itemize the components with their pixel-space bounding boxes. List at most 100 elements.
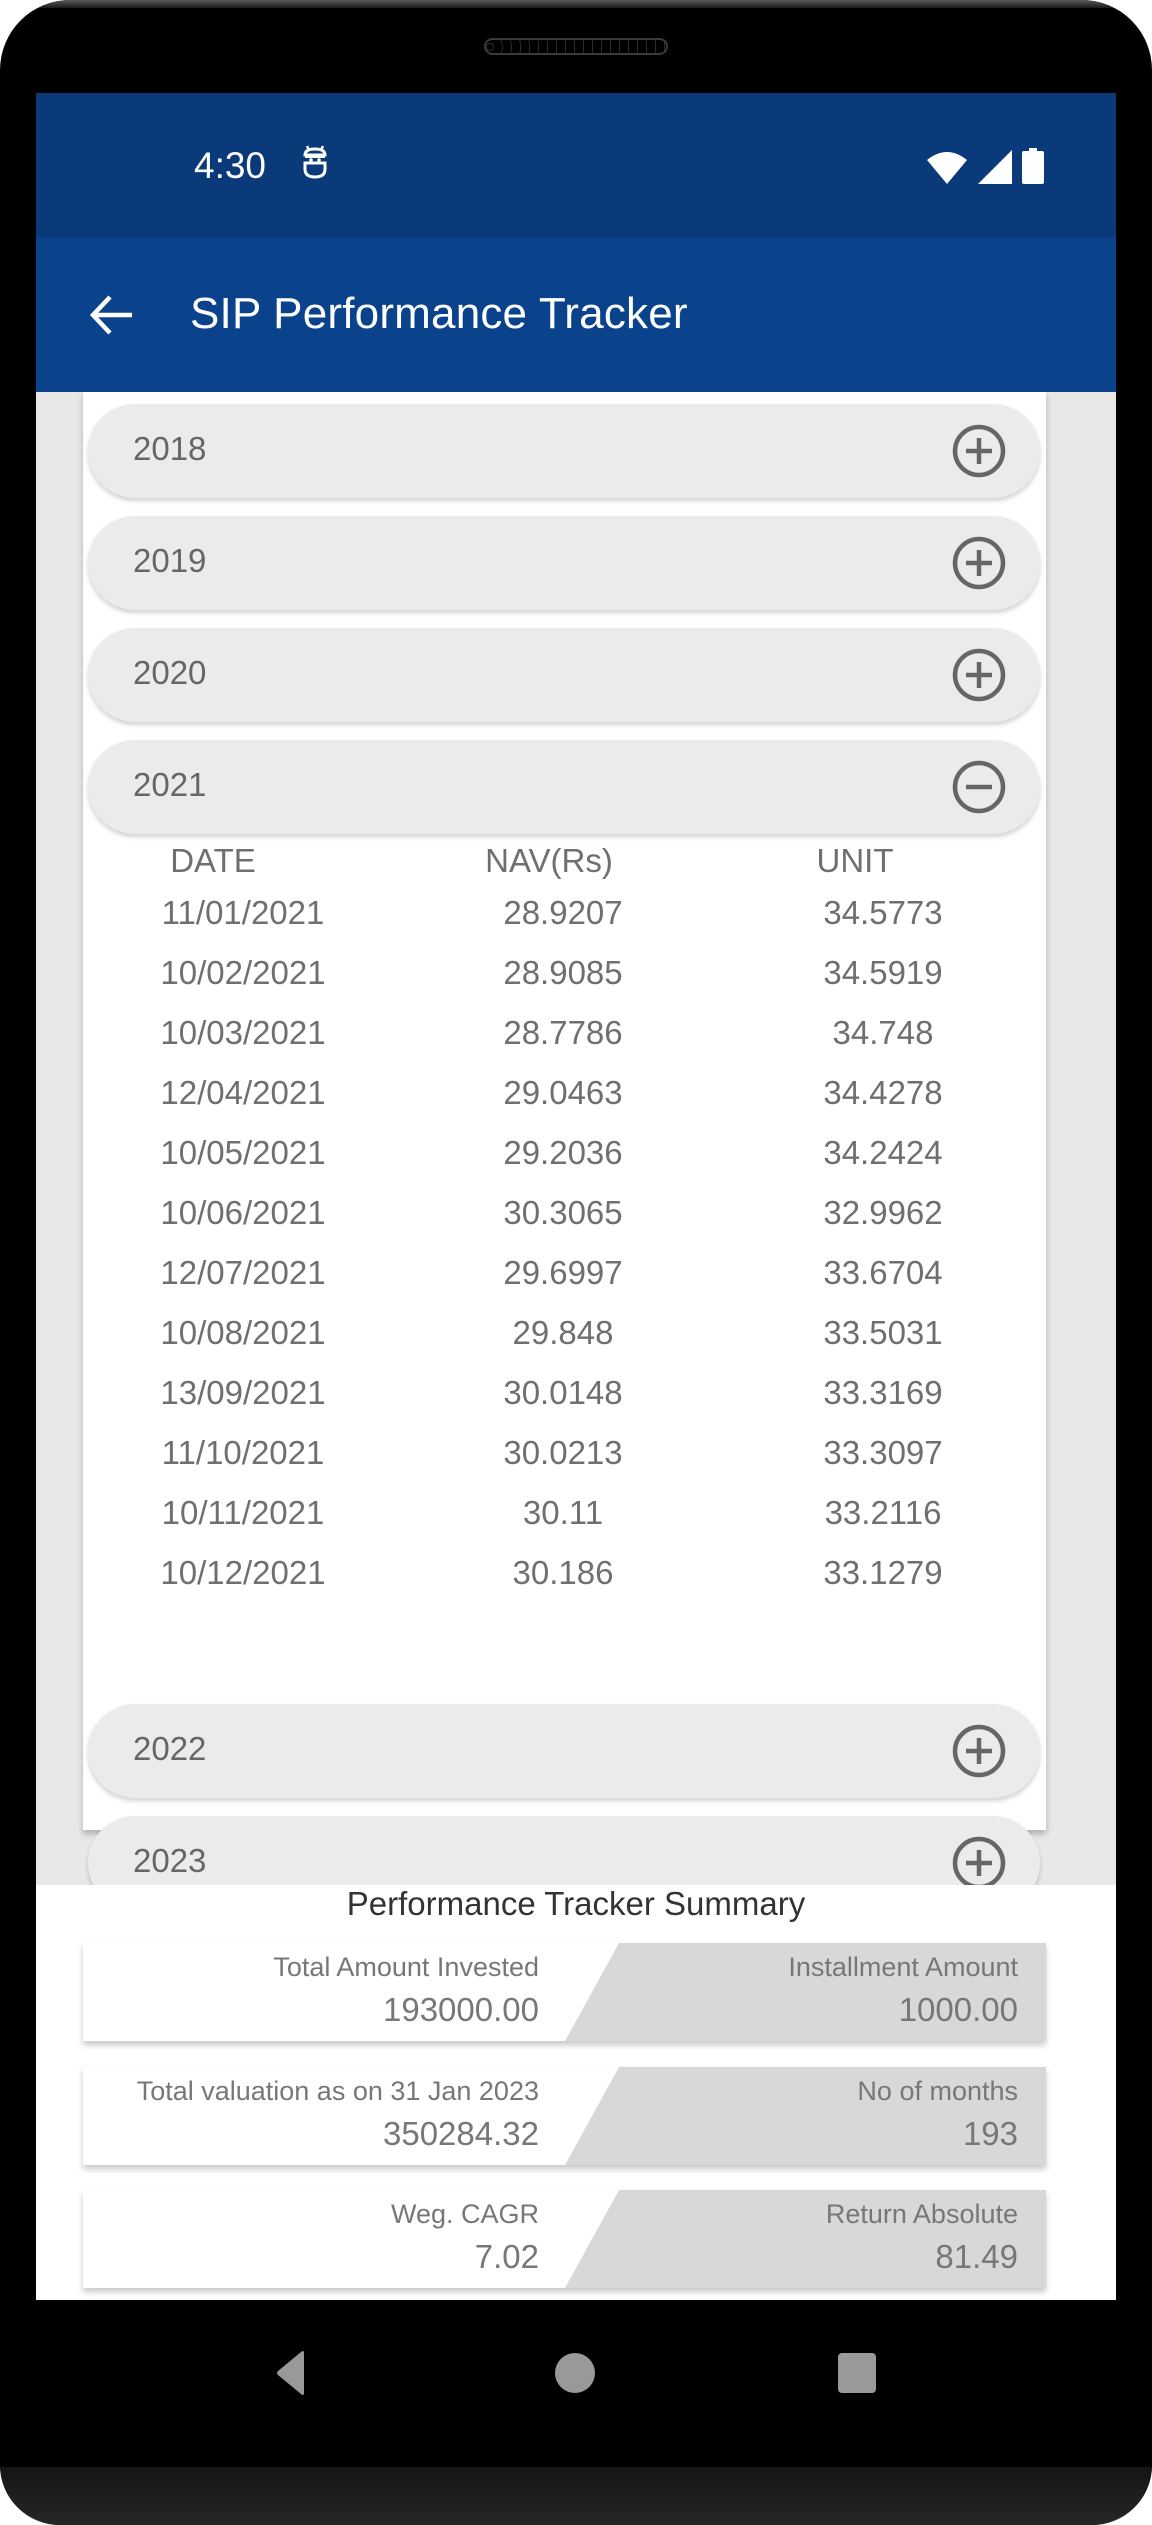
cell-nav: 30.11: [522, 1494, 604, 1531]
year-header-2022[interactable]: 2022: [88, 1704, 1040, 1798]
android-debug-icon: [303, 145, 327, 179]
arrow-left-icon[interactable]: [86, 288, 140, 342]
cell-nav: 28.7786: [503, 1014, 623, 1051]
table-row: 11/10/2021 30.0213 33.3097: [83, 1434, 1046, 1484]
stat-value: 193000.00: [383, 1991, 539, 2028]
number-of-months: No of months 193: [565, 2067, 1018, 2165]
cell-date: 12/07/2021: [160, 1254, 326, 1291]
table-row: 10/11/2021 30.11 33.2116: [83, 1494, 1046, 1544]
cell-nav: 29.2036: [503, 1134, 623, 1171]
header-nav: NAV(Rs): [485, 842, 613, 879]
cell-date: 12/04/2021: [160, 1074, 326, 1111]
table-row: 10/02/2021 28.9085 34.5919: [83, 954, 1046, 1004]
table-row: 12/07/2021 29.6997 33.6704: [83, 1254, 1046, 1304]
plus-circle-icon[interactable]: [951, 1723, 1007, 1779]
cell-nav: 28.9207: [503, 894, 623, 931]
table-row: 10/05/2021 29.2036 34.2424: [83, 1134, 1046, 1184]
phone-bottom-bezel: [0, 2467, 1152, 2525]
stat-value: 1000.00: [898, 1991, 1018, 2028]
cell-unit: 32.9962: [823, 1194, 943, 1231]
earpiece-speaker: [484, 38, 668, 55]
table-row: 10/08/2021 29.848 33.5031: [83, 1314, 1046, 1364]
stat-value: 81.49: [935, 2238, 1018, 2275]
year-header-2019[interactable]: 2019: [88, 516, 1040, 610]
cell-nav: 29.0463: [503, 1074, 623, 1111]
year-label: 2023: [133, 1842, 207, 1879]
summary-box-investment: Total Amount Invested 193000.00 Installm…: [83, 1943, 1046, 2041]
page-title: SIP Performance Tracker: [190, 289, 688, 338]
table-row: 12/04/2021 29.0463 34.4278: [83, 1074, 1046, 1124]
cell-unit: 33.3097: [823, 1434, 943, 1471]
nav-home-icon[interactable]: [550, 2348, 600, 2398]
cell-unit: 33.6704: [823, 1254, 943, 1291]
cell-unit: 34.2424: [823, 1134, 943, 1171]
stat-value: 193: [962, 2115, 1018, 2152]
plus-circle-icon[interactable]: [951, 1835, 1007, 1891]
phone-rim: [0, 0, 1152, 8]
stat-label: Total Amount Invested: [273, 1952, 539, 1982]
cellular-signal-icon: [978, 150, 1012, 184]
table-row: 13/09/2021 30.0148 33.3169: [83, 1374, 1046, 1424]
table-row: 10/06/2021 30.3065 32.9962: [83, 1194, 1046, 1244]
year-header-2021[interactable]: 2021: [88, 740, 1040, 834]
stat-label: No of months: [857, 2076, 1018, 2106]
cell-date: 10/08/2021: [160, 1314, 326, 1351]
minus-circle-icon[interactable]: [951, 759, 1007, 815]
status-icons: [926, 148, 1044, 184]
cell-date: 10/12/2021: [160, 1554, 326, 1591]
stat-label: Return Absolute: [825, 2199, 1018, 2229]
nav-recents-icon[interactable]: [832, 2348, 882, 2398]
cell-date: 10/03/2021: [160, 1014, 326, 1051]
cell-nav: 30.0213: [503, 1434, 623, 1471]
summary-box-valuation: Total valuation as on 31 Jan 2023 350284…: [83, 2067, 1046, 2165]
table-row: 10/12/2021 30.186 33.1279: [83, 1554, 1046, 1604]
cell-unit: 33.5031: [823, 1314, 943, 1351]
table-row: 10/03/2021 28.7786 34.748: [83, 1014, 1046, 1064]
table-row: 11/01/2021 28.9207 34.5773: [83, 894, 1046, 944]
plus-circle-icon[interactable]: [951, 423, 1007, 479]
cell-date: 10/02/2021: [160, 954, 326, 991]
cell-date: 10/11/2021: [161, 1494, 325, 1531]
cell-unit: 34.5773: [823, 894, 943, 931]
year-label: 2021: [133, 766, 207, 803]
app-bar: SIP Performance Tracker: [36, 238, 1116, 392]
cell-nav: 29.6997: [503, 1254, 623, 1291]
cell-nav: 29.848: [512, 1314, 614, 1351]
year-accordion-card: 2018 2019 2020 2021 DATE NAV(Rs) UNIT 11…: [83, 392, 1046, 1910]
stat-value: 350284.32: [383, 2115, 539, 2152]
total-amount-invested: Total Amount Invested 193000.00: [83, 1943, 539, 2041]
year-label: 2022: [133, 1730, 207, 1767]
year-header-2018[interactable]: 2018: [88, 404, 1040, 498]
wifi-icon: [927, 152, 967, 184]
status-bar: 4:30: [36, 93, 1116, 238]
cell-nav: 30.186: [512, 1554, 614, 1591]
cell-date: 10/05/2021: [160, 1134, 326, 1171]
plus-circle-icon[interactable]: [951, 647, 1007, 703]
nav-back-icon[interactable]: [266, 2348, 316, 2398]
cell-unit: 33.1279: [823, 1554, 943, 1591]
header-date: DATE: [170, 842, 256, 879]
absolute-return: Return Absolute 81.49: [565, 2190, 1018, 2288]
phone-frame: 4:30 SIP Performance Tracker 2018 2019 2…: [0, 0, 1152, 2525]
total-valuation: Total valuation as on 31 Jan 2023 350284…: [83, 2067, 539, 2165]
screen: 4:30 SIP Performance Tracker 2018 2019 2…: [36, 93, 1116, 2300]
cell-unit: 34.5919: [823, 954, 943, 991]
cell-nav: 28.9085: [503, 954, 623, 991]
year-label: 2020: [133, 654, 207, 691]
system-nav-bar: [0, 2300, 1152, 2470]
cell-date: 11/01/2021: [161, 894, 325, 931]
year-header-2020[interactable]: 2020: [88, 628, 1040, 722]
stat-label: Installment Amount: [788, 1952, 1018, 1982]
cell-date: 11/10/2021: [161, 1434, 325, 1471]
plus-circle-icon[interactable]: [951, 535, 1007, 591]
cell-unit: 33.3169: [823, 1374, 943, 1411]
cell-nav: 30.0148: [503, 1374, 623, 1411]
year-label: 2019: [133, 542, 207, 579]
cell-unit: 33.2116: [824, 1494, 942, 1531]
stat-label: Total valuation as on 31 Jan 2023: [136, 2076, 539, 2106]
battery-icon: [1022, 148, 1044, 184]
summary-box-returns: Weg. CAGR 7.02 Return Absolute 81.49: [83, 2190, 1046, 2288]
year-label: 2018: [133, 430, 207, 467]
weighted-cagr: Weg. CAGR 7.02: [83, 2190, 539, 2288]
cell-unit: 34.4278: [823, 1074, 943, 1111]
